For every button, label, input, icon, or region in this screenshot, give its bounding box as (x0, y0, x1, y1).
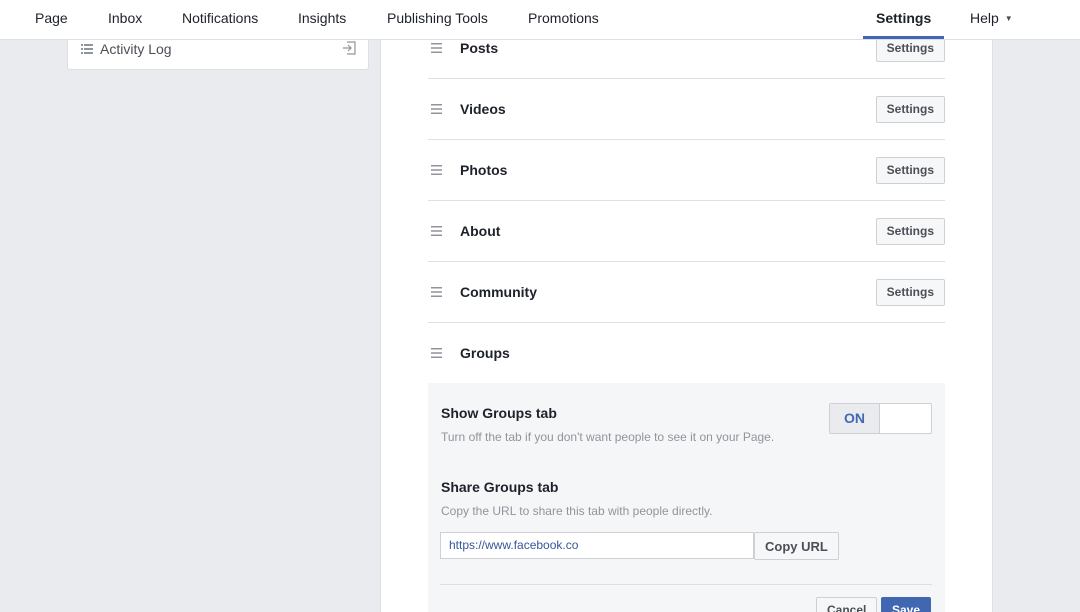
nav-tab-promotions[interactable]: Promotions (528, 0, 599, 39)
share-groups-heading: Share Groups tab (441, 479, 559, 495)
caret-down-icon: ▼ (1004, 14, 1013, 23)
photos-settings-button[interactable]: Settings (875, 157, 945, 184)
tab-row-community: Community Settings (428, 262, 945, 323)
tab-row-title: About (460, 223, 501, 239)
list-icon (81, 44, 93, 54)
drag-handle-icon[interactable] (431, 43, 442, 53)
page-top-nav: Page Inbox Notifications Insights Publis… (0, 0, 1080, 40)
share-groups-description: Copy the URL to share this tab with peop… (441, 504, 713, 518)
tab-row-title: Groups (460, 345, 510, 361)
tab-row-videos: Videos Settings (428, 79, 945, 140)
sidebar-item-activity-log[interactable]: Activity Log (67, 40, 369, 70)
nav-tab-page[interactable]: Page (35, 0, 68, 39)
save-button[interactable]: Save (881, 597, 932, 612)
copy-url-button[interactable]: Copy URL (754, 532, 839, 560)
tab-row-title: Videos (460, 101, 506, 117)
tab-row-about: About Settings (428, 201, 945, 262)
nav-tab-insights[interactable]: Insights (298, 0, 346, 39)
nav-tab-notifications[interactable]: Notifications (182, 0, 258, 39)
nav-tab-inbox[interactable]: Inbox (108, 0, 142, 39)
groups-url-field[interactable]: https://www.facebook.co (440, 532, 754, 559)
drag-handle-icon[interactable] (431, 226, 442, 236)
sidebar-item-label: Activity Log (100, 41, 172, 57)
cancel-button[interactable]: Cancel (816, 597, 878, 612)
tab-row-photos: Photos Settings (428, 140, 945, 201)
show-groups-description: Turn off the tab if you don't want peopl… (441, 430, 775, 444)
drag-handle-icon[interactable] (431, 104, 442, 114)
toggle-on-label: ON (830, 404, 880, 433)
nav-tab-publishing-tools[interactable]: Publishing Tools (387, 0, 488, 39)
show-groups-heading: Show Groups tab (441, 405, 557, 421)
nav-help-label: Help (970, 10, 999, 26)
community-settings-button[interactable]: Settings (875, 279, 945, 306)
show-groups-toggle[interactable]: ON (829, 403, 932, 434)
divider (440, 584, 932, 585)
enter-icon[interactable] (342, 41, 356, 55)
tabs-settings-panel: Posts Settings Videos Settings Photos Se… (380, 35, 993, 612)
nav-help-menu[interactable]: Help ▼ (970, 0, 1013, 39)
videos-settings-button[interactable]: Settings (875, 96, 945, 123)
nav-tab-settings[interactable]: Settings (863, 0, 945, 39)
tab-row-title: Photos (460, 162, 508, 178)
groups-tab-settings: Show Groups tab Turn off the tab if you … (428, 383, 945, 612)
drag-handle-icon[interactable] (431, 287, 442, 297)
tab-row-title: Posts (460, 40, 499, 56)
drag-handle-icon[interactable] (431, 348, 442, 358)
drag-handle-icon[interactable] (431, 165, 442, 175)
about-settings-button[interactable]: Settings (875, 218, 945, 245)
tab-row-groups: Groups (428, 323, 945, 384)
tab-row-title: Community (460, 284, 537, 300)
